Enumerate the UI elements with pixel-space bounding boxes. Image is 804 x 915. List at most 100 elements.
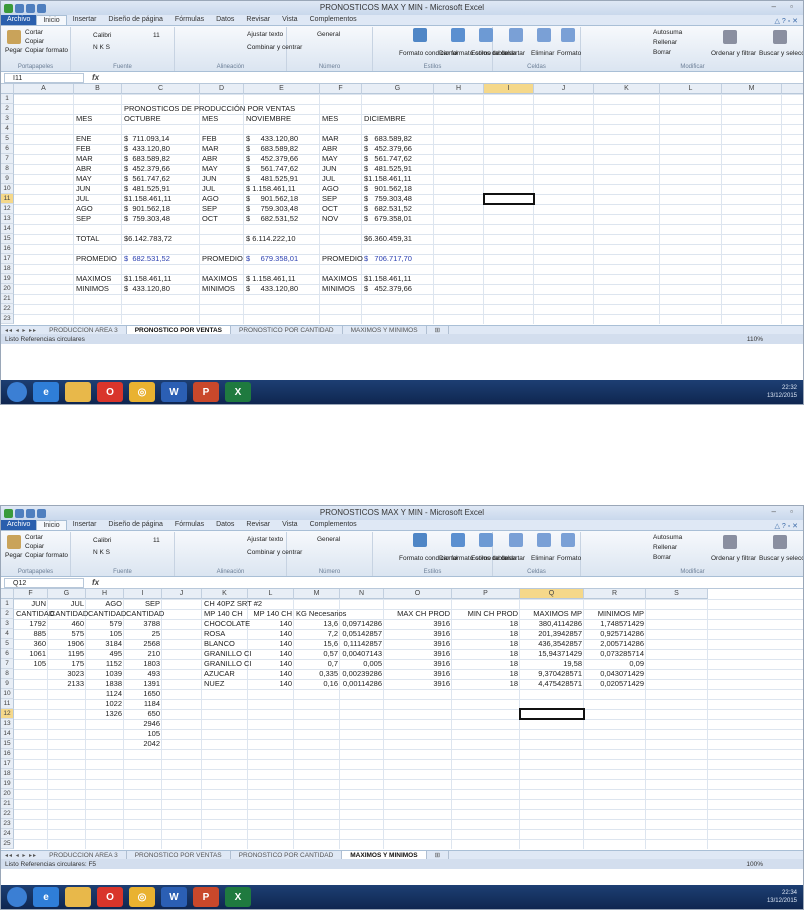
cell-Q5[interactable]: 436,3542857 <box>522 639 582 649</box>
powerpoint-icon[interactable]: P <box>193 887 219 907</box>
cell-D10[interactable]: JUL <box>202 184 242 194</box>
cell-I5[interactable]: 2568 <box>126 639 160 649</box>
help-icon[interactable]: △ ? ▫ ✕ <box>775 522 798 530</box>
delete-icon[interactable] <box>537 533 551 547</box>
internet-explorer-icon[interactable]: e <box>33 887 59 907</box>
cell-F3[interactable]: 1792 <box>16 619 46 629</box>
cell-C7[interactable]: $ 683.589,82 <box>124 154 198 164</box>
cell-P6[interactable]: 18 <box>454 649 518 659</box>
row-header-12[interactable]: 12 <box>1 709 14 719</box>
column-header-S[interactable]: S <box>646 589 708 599</box>
tab-5[interactable]: Datos <box>210 520 240 530</box>
cell-E11[interactable]: $ 901.562,18 <box>246 194 318 204</box>
row-header-11[interactable]: 11 <box>1 699 14 709</box>
row-header-22[interactable]: 22 <box>1 304 14 314</box>
cell-O3[interactable]: 3916 <box>386 619 450 629</box>
insert-icon[interactable] <box>509 28 523 42</box>
cell-I7[interactable]: 1803 <box>126 659 160 669</box>
word-icon[interactable]: W <box>161 887 187 907</box>
cell-F5[interactable]: 360 <box>16 639 46 649</box>
merge-button[interactable]: Combinar y centrar <box>247 549 302 556</box>
sort-button[interactable]: Ordenar y filtrar <box>711 555 756 562</box>
insert-icon[interactable] <box>509 533 523 547</box>
cell-K8[interactable]: AZUCAR <box>204 669 246 679</box>
row-header-18[interactable]: 18 <box>1 769 14 779</box>
cell-P2[interactable]: MIN CH PROD <box>454 609 518 619</box>
start-orb-icon[interactable] <box>7 382 27 402</box>
cell-E9[interactable]: $ 481.525,91 <box>246 174 318 184</box>
cell-N5[interactable]: 0,11142857 <box>342 639 382 649</box>
cell-E6[interactable]: $ 683.589,82 <box>246 144 318 154</box>
format-cells-icon[interactable] <box>561 28 575 42</box>
row-header-25[interactable]: 25 <box>1 839 14 849</box>
cell-R8[interactable]: 0,043071429 <box>586 669 644 679</box>
cell-O2[interactable]: MAX CH PROD <box>386 609 450 619</box>
cell-F11[interactable]: SEP <box>322 194 360 204</box>
cell-G2[interactable]: CANTIDAD <box>50 609 88 619</box>
file-explorer-icon[interactable] <box>65 887 91 907</box>
cell-G12[interactable]: $ 682.531,52 <box>364 204 432 214</box>
excel-icon[interactable]: X <box>225 887 251 907</box>
cell-M2[interactable]: KG Necesarios <box>296 609 346 619</box>
cell-K3[interactable]: CHOCOLATE <box>204 619 250 629</box>
cell-N4[interactable]: 0,05142857 <box>342 629 382 639</box>
row-header-16[interactable]: 16 <box>1 749 14 759</box>
format-painter-button[interactable]: Copiar formato <box>25 47 68 54</box>
cell-C15[interactable]: $6.142.783,72 <box>124 234 198 244</box>
row-header-10[interactable]: 10 <box>1 689 14 699</box>
column-header-I[interactable]: I <box>124 589 162 599</box>
tab-2[interactable]: Insertar <box>67 15 103 25</box>
cell-H10[interactable]: 1124 <box>88 689 122 699</box>
cell-B6[interactable]: FEB <box>76 144 120 154</box>
cell-O9[interactable]: 3916 <box>386 679 450 689</box>
cell-B20[interactable]: MINIMOS <box>76 284 120 294</box>
row-header-8[interactable]: 8 <box>1 669 14 679</box>
cell-E8[interactable]: $ 561.747,62 <box>246 164 318 174</box>
column-header-F[interactable]: F <box>14 589 48 599</box>
column-header-K[interactable]: K <box>594 84 660 94</box>
cell-C8[interactable]: $ 452.379,66 <box>124 164 198 174</box>
cell-N3[interactable]: 0,09714286 <box>342 619 382 629</box>
cell-P4[interactable]: 18 <box>454 629 518 639</box>
row-header-8[interactable]: 8 <box>1 164 14 174</box>
cell-D7[interactable]: ABR <box>202 154 242 164</box>
cell-G17[interactable]: $ 706.717,70 <box>364 254 432 264</box>
column-header-B[interactable]: B <box>74 84 122 94</box>
cell-H9[interactable]: 1838 <box>88 679 122 689</box>
find-icon[interactable] <box>773 30 787 44</box>
cell-O8[interactable]: 3916 <box>386 669 450 679</box>
cell-I1[interactable]: SEP <box>126 599 160 609</box>
cell-G5[interactable]: $ 683.589,82 <box>364 134 432 144</box>
cut-button[interactable]: Cortar <box>25 29 43 36</box>
cell-E5[interactable]: $ 433.120,80 <box>246 134 318 144</box>
cell-R6[interactable]: 0,073285714 <box>586 649 644 659</box>
row-header-17[interactable]: 17 <box>1 254 14 264</box>
cell-L6[interactable]: 140 <box>250 649 292 659</box>
window-controls[interactable]: – ▫ <box>771 507 799 516</box>
tab-1[interactable]: Inicio <box>36 15 67 25</box>
cell-M7[interactable]: 0,7 <box>296 659 338 669</box>
cell-R2[interactable]: MINIMOS MP <box>586 609 644 619</box>
cell-L4[interactable]: 140 <box>250 629 292 639</box>
fill-button[interactable]: Rellenar <box>653 39 677 46</box>
column-header-G[interactable]: G <box>48 589 86 599</box>
cell-Q6[interactable]: 15,94371429 <box>522 649 582 659</box>
cell-K5[interactable]: BLANCO <box>204 639 246 649</box>
cell-Q8[interactable]: 9,370428571 <box>522 669 582 679</box>
cell-K9[interactable]: NUEZ <box>204 679 246 689</box>
cell-F3[interactable]: MES <box>322 114 360 124</box>
tab-0[interactable]: Archivo <box>1 15 37 25</box>
cell-M8[interactable]: 0,335 <box>296 669 338 679</box>
insert-button[interactable]: Insertar <box>503 555 525 562</box>
cell-M4[interactable]: 7,2 <box>296 629 338 639</box>
column-header-Q[interactable]: Q <box>520 589 584 599</box>
cell-F13[interactable]: NOV <box>322 214 360 224</box>
bold-italic[interactable]: N K S <box>93 44 110 51</box>
cell-F6[interactable]: 1061 <box>16 649 46 659</box>
cell-E13[interactable]: $ 682.531,52 <box>246 214 318 224</box>
cell-B5[interactable]: ENE <box>76 134 120 144</box>
tab-0[interactable]: Archivo <box>1 520 37 530</box>
cell-G9[interactable]: $1.158.461,11 <box>364 174 432 184</box>
table-format-icon[interactable] <box>451 28 465 42</box>
cell-H3[interactable]: 579 <box>88 619 122 629</box>
